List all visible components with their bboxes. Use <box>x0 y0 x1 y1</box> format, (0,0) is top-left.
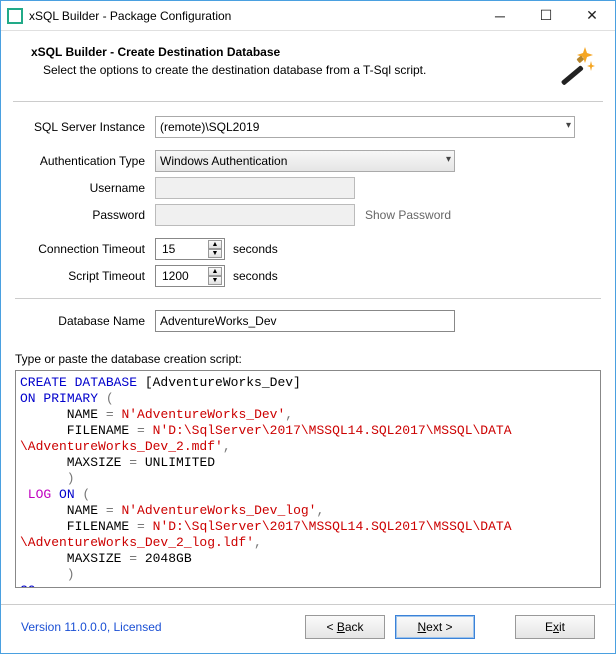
back-button[interactable]: < Back <box>305 615 385 639</box>
password-label: Password <box>25 208 155 222</box>
seconds-label: seconds <box>233 269 278 283</box>
script-timeout-input[interactable] <box>160 268 202 284</box>
database-name-input[interactable] <box>155 310 455 332</box>
spin-down-icon[interactable]: ▼ <box>208 249 222 258</box>
maximize-button[interactable]: ☐ <box>523 1 569 31</box>
conn-timeout-input[interactable] <box>160 241 202 257</box>
username-label: Username <box>25 181 155 195</box>
seconds-label: seconds <box>233 242 278 256</box>
titlebar: xSQL Builder - Package Configuration ─ ☐… <box>1 1 615 31</box>
connection-form: SQL Server Instance ▾ Authentication Typ… <box>1 102 615 340</box>
database-name-label: Database Name <box>25 314 155 328</box>
auth-type-select[interactable] <box>155 150 455 172</box>
script-timeout-label: Script Timeout <box>25 269 155 283</box>
spin-down-icon[interactable]: ▼ <box>208 276 222 285</box>
window-title: xSQL Builder - Package Configuration <box>29 9 477 23</box>
app-icon <box>7 8 23 24</box>
spin-up-icon[interactable]: ▲ <box>208 267 222 276</box>
auth-type-label: Authentication Type <box>25 154 155 168</box>
spin-up-icon[interactable]: ▲ <box>208 240 222 249</box>
sql-server-combo[interactable] <box>155 116 575 138</box>
footer: Version 11.0.0.0, Licensed < Back Next >… <box>1 604 615 653</box>
next-button[interactable]: Next > <box>395 615 475 639</box>
script-timeout-spinner[interactable]: ▲▼ <box>155 265 225 287</box>
minimize-button[interactable]: ─ <box>477 1 523 31</box>
conn-timeout-label: Connection Timeout <box>25 242 155 256</box>
sql-server-label: SQL Server Instance <box>25 120 155 134</box>
wizard-icon <box>555 45 595 85</box>
show-password-link[interactable]: Show Password <box>365 208 451 222</box>
exit-button[interactable]: Exit <box>515 615 595 639</box>
close-button[interactable]: ✕ <box>569 1 615 31</box>
wizard-header: xSQL Builder - Create Destination Databa… <box>1 31 615 101</box>
script-editor[interactable]: CREATE DATABASE [AdventureWorks_Dev] ON … <box>15 370 601 588</box>
password-input <box>155 204 355 226</box>
version-label: Version 11.0.0.0, Licensed <box>21 620 162 634</box>
page-title: xSQL Builder - Create Destination Databa… <box>31 45 555 59</box>
page-subtitle: Select the options to create the destina… <box>43 63 555 77</box>
script-prompt: Type or paste the database creation scri… <box>15 352 601 366</box>
username-input <box>155 177 355 199</box>
conn-timeout-spinner[interactable]: ▲▼ <box>155 238 225 260</box>
